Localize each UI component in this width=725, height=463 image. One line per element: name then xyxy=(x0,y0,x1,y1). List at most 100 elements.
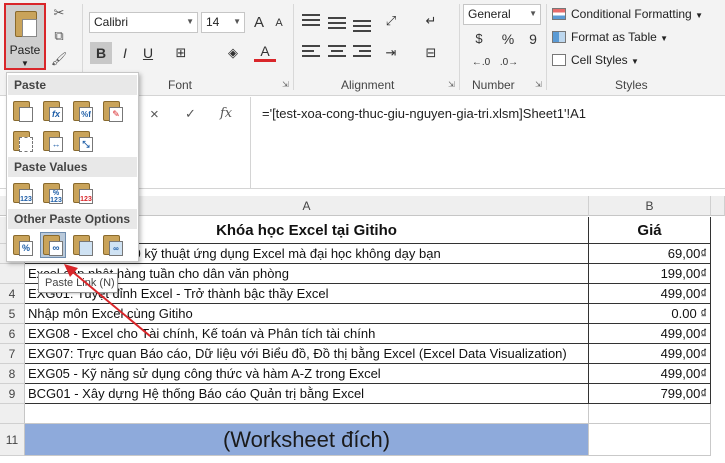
increase-decimal-icon[interactable]: ←.0 xyxy=(470,52,492,74)
underline-button[interactable]: U xyxy=(137,42,159,64)
decrease-decimal-icon[interactable]: .0→ xyxy=(498,52,520,74)
wrap-text-icon[interactable]: ↵ xyxy=(420,10,442,32)
fill-color-icon[interactable]: ◈ xyxy=(222,42,244,64)
row-header[interactable] xyxy=(0,264,25,284)
table-header-cell[interactable]: Giá xyxy=(589,217,711,244)
paste-link-icon[interactable]: ∞ xyxy=(40,232,66,258)
shrink-font-glyph: A xyxy=(275,17,283,29)
bold-button[interactable]: B xyxy=(90,42,112,64)
format-as-table-button[interactable]: Format as Table ▼ xyxy=(552,30,668,44)
copy-icon[interactable]: ⧉ xyxy=(50,28,68,44)
table-cell[interactable]: BCG01 - Xây dựng Hệ thống Báo cáo Quản t… xyxy=(25,384,589,404)
row-header[interactable]: 11 xyxy=(0,424,25,456)
table-cell[interactable]: 499,00₫ xyxy=(589,324,711,344)
table-cell[interactable]: EXG07: Trực quan Báo cáo, Dữ liệu với Bi… xyxy=(25,344,589,364)
font-size-value: 14 xyxy=(206,15,220,29)
paste-formatting-icon[interactable]: % xyxy=(11,233,35,257)
keep-source-formatting-icon[interactable]: ✎ xyxy=(101,99,125,123)
conditional-formatting-button[interactable]: Conditional Formatting ▼ xyxy=(552,7,703,21)
row-header[interactable] xyxy=(0,404,25,424)
format-as-table-label: Format as Table xyxy=(571,30,657,44)
paste-icon[interactable] xyxy=(11,99,35,123)
paste-link-tooltip: Paste Link (N) xyxy=(38,273,118,293)
no-borders-icon[interactable] xyxy=(11,129,35,153)
paste-formulas-number-format-icon[interactable]: %f xyxy=(71,99,95,123)
row-header[interactable]: 8 xyxy=(0,364,25,384)
font-size-select[interactable]: 14 ▼ xyxy=(201,12,245,33)
format-painter-icon[interactable]: 🖌 xyxy=(50,51,68,67)
separator xyxy=(293,4,294,90)
comma-style-button[interactable]: 9 xyxy=(522,28,544,50)
row-header[interactable]: 5 xyxy=(0,304,25,324)
paste-formulas-icon[interactable]: fx xyxy=(41,99,65,123)
linked-picture-icon[interactable]: ∞ xyxy=(101,233,125,257)
table-cell[interactable]: 199,00₫ xyxy=(589,264,711,284)
font-group-label: Font xyxy=(168,78,193,92)
row-header[interactable]: 4 xyxy=(0,284,25,304)
worksheet-label-cell[interactable]: (Worksheet đích) xyxy=(25,424,589,456)
chevron-down-icon[interactable]: ▼ xyxy=(6,59,44,68)
values-source-formatting-icon[interactable]: 123 xyxy=(71,181,95,205)
table-cell[interactable] xyxy=(589,424,711,456)
paste-values-icon[interactable]: 123 xyxy=(11,181,35,205)
format-as-table-icon xyxy=(552,31,566,43)
font-name-select[interactable]: Calibri ▼ xyxy=(89,12,198,33)
paste-picture-icon[interactable] xyxy=(71,233,95,257)
cell-styles-button[interactable]: Cell Styles ▼ xyxy=(552,53,639,67)
currency-button[interactable]: $ xyxy=(468,28,490,50)
font-dialog-launcher-icon[interactable]: ⇲ xyxy=(282,80,289,89)
formula-input[interactable]: ='[test-xoa-cong-thuc-giu-nguyen-gia-tri… xyxy=(262,106,586,121)
chevron-down-icon: ▼ xyxy=(186,17,194,26)
alignment-dialog-launcher-icon[interactable]: ⇲ xyxy=(448,80,455,89)
table-cell[interactable]: 0.00 ₫ xyxy=(589,304,711,324)
confirm-icon[interactable]: ✓ xyxy=(185,106,196,122)
grow-font-button[interactable]: A xyxy=(248,12,270,34)
table-cell[interactable]: EXG08 - Excel cho Tài chính, Kế toán và … xyxy=(25,324,589,344)
conditional-formatting-icon xyxy=(552,8,566,20)
styles-group-label: Styles xyxy=(615,78,648,92)
table-cell[interactable]: 499,00₫ xyxy=(589,364,711,384)
underline-glyph: U xyxy=(142,45,154,61)
value-badge: 123 xyxy=(50,197,62,204)
conditional-formatting-label: Conditional Formatting xyxy=(571,7,692,21)
transpose-icon[interactable]: ⤡ xyxy=(71,129,95,153)
table-cell[interactable]: 499,00₫ xyxy=(589,284,711,304)
italic-button[interactable]: I xyxy=(114,42,136,64)
orientation-icon[interactable]: ⤢ xyxy=(380,10,402,32)
number-format-value: General xyxy=(468,7,511,21)
number-format-select[interactable]: General ▼ xyxy=(463,4,541,25)
paste-button[interactable]: Paste ▼ xyxy=(4,3,46,70)
cancel-icon[interactable]: × xyxy=(150,106,159,123)
column-header-b[interactable]: B xyxy=(589,196,711,216)
borders-icon[interactable]: ⊞ xyxy=(170,42,192,64)
table-cell[interactable]: 69,00₫ xyxy=(589,244,711,264)
comma-style-glyph: 9 xyxy=(529,31,537,47)
row-header[interactable]: 7 xyxy=(0,344,25,364)
cell-styles-label: Cell Styles xyxy=(571,53,628,67)
values-number-format-icon[interactable]: % 123 xyxy=(41,181,65,205)
font-color-button[interactable]: A xyxy=(254,42,276,62)
table-cell[interactable]: 799,00₫ xyxy=(589,384,711,404)
row-header[interactable]: 9 xyxy=(0,384,25,404)
table-cell[interactable]: EXG05 - Kỹ năng sử dụng công thức và hàm… xyxy=(25,364,589,384)
number-dialog-launcher-icon[interactable]: ⇲ xyxy=(535,80,542,89)
separator xyxy=(546,4,547,90)
indent-icon[interactable]: ⇥ xyxy=(380,42,402,64)
chevron-down-icon: ▼ xyxy=(529,9,537,18)
insert-function-icon[interactable]: fx xyxy=(220,106,232,121)
column-header-c[interactable] xyxy=(711,196,725,216)
number-group-label: Number xyxy=(472,78,515,92)
grow-font-glyph: A xyxy=(253,14,264,31)
formula-divider xyxy=(250,97,251,189)
cut-icon[interactable]: ✂ xyxy=(50,5,68,21)
table-cell[interactable]: Nhập môn Excel cùng Gitiho xyxy=(25,304,589,324)
keep-column-widths-icon[interactable]: ↔ xyxy=(41,129,65,153)
table-cell[interactable] xyxy=(589,404,711,424)
font-color-glyph: A xyxy=(260,43,270,59)
table-cell[interactable] xyxy=(25,404,589,424)
table-cell[interactable]: 499,00₫ xyxy=(589,344,711,364)
row-header[interactable]: 6 xyxy=(0,324,25,344)
merge-center-icon[interactable]: ⊟ xyxy=(420,42,442,64)
percent-button[interactable]: % xyxy=(497,28,519,50)
shrink-font-button[interactable]: A xyxy=(268,12,290,34)
